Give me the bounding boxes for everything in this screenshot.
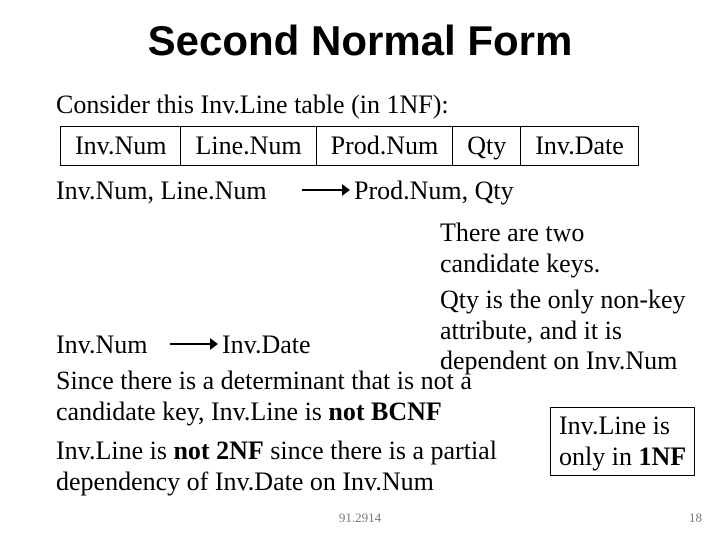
col-linenum: Line.Num (181, 127, 316, 166)
candidate-keys-text: There are two candidate keys. (440, 218, 685, 279)
fd2-determinant: Inv.Num (56, 330, 147, 360)
box1nf-line2b: 1NF (638, 442, 686, 471)
intro-text: Consider this Inv.Line table (in 1NF): (56, 90, 449, 120)
footer-page: 18 (689, 510, 702, 526)
only-1nf-box: Inv.Line is only in 1NF (550, 407, 695, 476)
arrow-icon (302, 176, 350, 204)
slide-title: Second Normal Form (0, 18, 720, 64)
col-invdate: Inv.Date (521, 127, 639, 166)
not2nf-b: not 2NF (173, 436, 263, 465)
fd2-dependent: Inv.Date (222, 330, 311, 360)
col-qty: Qty (453, 127, 521, 166)
qty-dependency-text: Qty is the only non-key attribute, and i… (440, 285, 700, 377)
slide: Second Normal Form Consider this Inv.Lin… (0, 0, 720, 540)
col-prodnum: Prod.Num (316, 127, 453, 166)
not2nf-a: Inv.Line is (56, 436, 173, 465)
arrow-icon (170, 330, 218, 358)
fd1-dependent: Prod.Num, Qty (354, 176, 514, 206)
bcnf-strong: not BCNF (328, 397, 441, 426)
invline-table: Inv.Num Line.Num Prod.Num Qty Inv.Date (60, 126, 639, 166)
box1nf-line2a: only in (559, 442, 638, 471)
footer-course: 91.2914 (0, 510, 720, 526)
table-row: Inv.Num Line.Num Prod.Num Qty Inv.Date (61, 127, 639, 166)
fd1-determinant: Inv.Num, Line.Num (56, 176, 267, 206)
col-invnum: Inv.Num (61, 127, 181, 166)
bcnf-text: Since there is a determinant that is not… (56, 366, 531, 427)
box1nf-line1: Inv.Line is (559, 411, 670, 440)
not-2nf-text: Inv.Line is not 2NF since there is a par… (56, 436, 536, 497)
